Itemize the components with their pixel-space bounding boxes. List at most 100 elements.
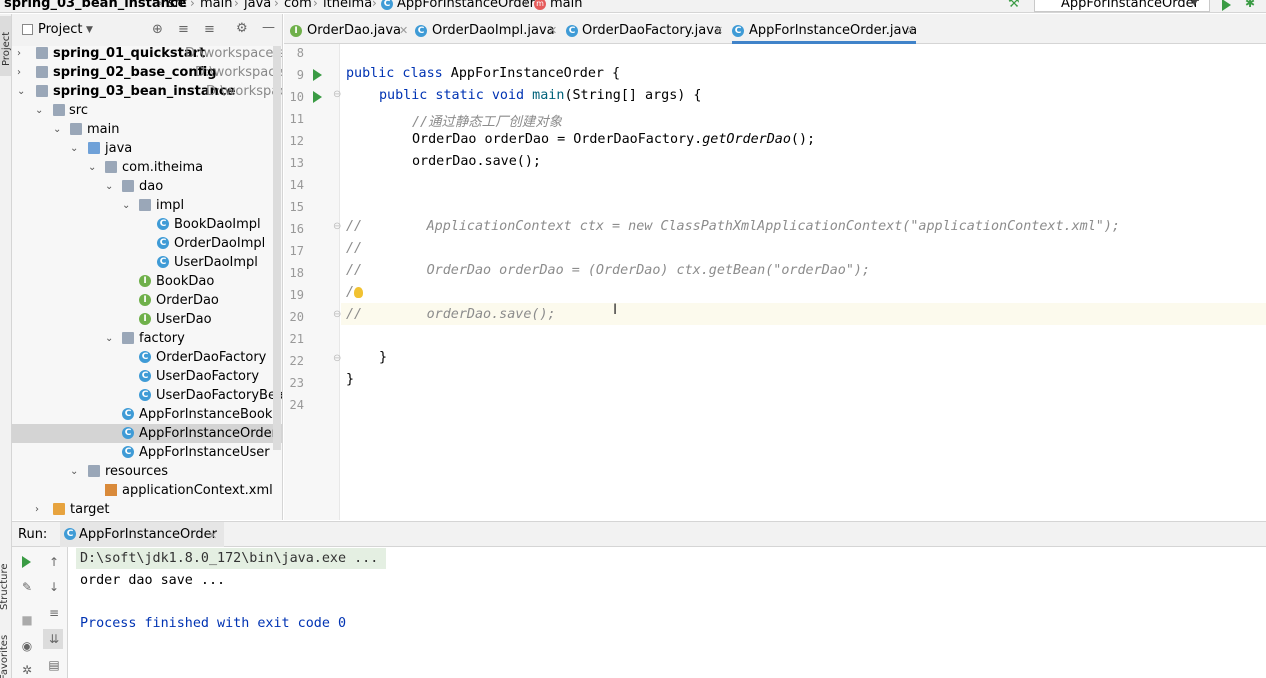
tab-orderdaofactory[interactable]: C OrderDaoFactory.java ✕ — [566, 14, 724, 44]
tree-item-package[interactable]: ⌄ dao — [12, 177, 282, 196]
tree-item-path: D:\workspace\sp — [185, 46, 283, 61]
close-icon[interactable]: ✕ — [906, 14, 915, 48]
code-editor[interactable]: public class AppForInstanceOrder { publi… — [341, 44, 1266, 520]
chevron-down-icon[interactable]: ⌄ — [17, 82, 25, 101]
run-console[interactable]: D:\soft\jdk1.8.0_172\bin\java.exe ... or… — [68, 547, 1266, 678]
tree-item-label: com.itheima — [122, 160, 204, 175]
project-tool-label: Project — [1, 31, 12, 66]
locate-icon[interactable]: ⊕ — [152, 22, 163, 37]
tree-item-file[interactable]: applicationContext.xml — [12, 481, 282, 500]
run-toolbar: ↑ ✎ ↓ ■ ≡ ⇊ ◉ ▤ ✲ — [12, 547, 68, 678]
tree-item-class-selected[interactable]: C AppForInstanceOrder — [12, 424, 282, 443]
tree-item-label: UserDaoFactory — [156, 369, 260, 384]
build-hammer-icon[interactable]: ⚒ — [1008, 0, 1020, 11]
tree-item-label: OrderDaoFactory — [156, 350, 267, 365]
tab-orderdaoimpl[interactable]: C OrderDaoImpl.java ✕ — [415, 14, 558, 44]
tree-item-folder[interactable]: ⌄ resources — [12, 462, 282, 481]
chevron-right-icon[interactable]: › — [35, 500, 39, 519]
tree-item-label: resources — [105, 464, 169, 479]
chevron-down-icon[interactable]: ⌄ — [35, 101, 43, 120]
tree-item-interface[interactable]: I BookDao — [12, 272, 282, 291]
chevron-right-icon[interactable]: › — [17, 44, 21, 63]
run-configuration-select[interactable]: AppForInstanceOrder ▼ — [1034, 0, 1210, 12]
structure-tool-label[interactable]: Structure — [0, 563, 10, 610]
intention-bulb-icon[interactable] — [354, 286, 364, 298]
gear-icon[interactable]: ⚙ — [236, 21, 248, 36]
arrow-up-icon[interactable]: ↑ — [48, 556, 60, 568]
line-number: 22 — [289, 354, 304, 368]
close-icon[interactable]: ✕ — [208, 529, 217, 542]
chevron-right-icon[interactable]: › — [17, 63, 21, 82]
console-line-command[interactable]: D:\soft\jdk1.8.0_172\bin\java.exe ... — [80, 551, 378, 566]
tree-item-class[interactable]: C UserDaoFactory — [12, 367, 282, 386]
tree-item-class[interactable]: C BookDaoImpl — [12, 215, 282, 234]
close-icon[interactable]: ✕ — [714, 14, 723, 48]
tab-appforinstanceorder[interactable]: C AppForInstanceOrder.java ✕ — [732, 14, 917, 44]
tree-item-module[interactable]: › spring_02_base_config D:\workspace\s — [12, 63, 282, 82]
settings-icon[interactable]: ✲ — [21, 664, 33, 676]
chevron-down-icon[interactable]: ⌄ — [105, 177, 113, 196]
print-icon[interactable]: ▤ — [48, 659, 60, 671]
hide-icon[interactable]: — — [262, 20, 275, 35]
tree-item-class[interactable]: C OrderDaoFactory — [12, 348, 282, 367]
tree-item-folder[interactable]: ⌄ src — [12, 101, 282, 120]
editor-gutter[interactable]: 8 9 10 11 12 13 14 15 16 17 18 19 20 21 … — [284, 44, 341, 520]
tree-item-package[interactable]: ⌄ impl — [12, 196, 282, 215]
chevron-down-icon[interactable]: ▼ — [86, 25, 93, 35]
debug-icon[interactable]: ✱ — [1245, 0, 1255, 10]
project-tool-button[interactable]: Project — [0, 16, 12, 76]
tree-item-package[interactable]: ⌄ factory — [12, 329, 282, 348]
chevron-down-icon[interactable]: ⌄ — [70, 139, 78, 158]
camera-icon[interactable]: ◉ — [21, 640, 33, 652]
breadcrumb-com[interactable]: com — [284, 0, 312, 11]
close-icon[interactable]: ✕ — [399, 14, 408, 48]
package-icon — [139, 199, 151, 211]
scrollbar[interactable] — [273, 46, 281, 450]
tab-orderdao[interactable]: I OrderDao.java ✕ — [290, 14, 408, 44]
xml-file-icon — [105, 484, 117, 496]
tree-item-module[interactable]: ⌄ spring_03_bean_instance D:\workspace — [12, 82, 282, 101]
tree-item-class[interactable]: C AppForInstanceBook — [12, 405, 282, 424]
tree-item-folder[interactable]: › target — [12, 500, 282, 519]
tree-item-module[interactable]: › spring_01_quickstart D:\workspace\sp — [12, 44, 283, 63]
tab-label: OrderDaoImpl.java — [432, 23, 555, 38]
chevron-down-icon[interactable]: ⌄ — [122, 196, 130, 215]
tree-item-class[interactable]: C OrderDaoImpl — [12, 234, 282, 253]
chevron-down-icon[interactable]: ⌄ — [70, 462, 78, 481]
rerun-icon[interactable] — [22, 556, 31, 568]
project-view-title[interactable]: Project — [38, 22, 82, 37]
tree-item-class[interactable]: C UserDaoImpl — [12, 253, 282, 272]
breadcrumb-class[interactable]: AppForInstanceOrder — [397, 0, 535, 11]
close-icon[interactable]: ✕ — [548, 14, 557, 48]
run-tab[interactable]: C AppForInstanceOrder ✕ — [60, 522, 224, 547]
soft-wrap-icon[interactable]: ≡ — [48, 607, 60, 619]
chevron-down-icon[interactable]: ⌄ — [88, 158, 96, 177]
wrench-icon[interactable]: ✎ — [21, 581, 33, 593]
breadcrumb-method[interactable]: main — [550, 0, 582, 11]
stop-icon[interactable]: ■ — [21, 614, 33, 626]
tree-item-class[interactable]: C UserDaoFactoryBean — [12, 386, 282, 405]
chevron-down-icon[interactable]: ⌄ — [105, 329, 113, 348]
breadcrumb-src[interactable]: src — [168, 0, 187, 11]
tree-item-package[interactable]: ⌄ com.itheima — [12, 158, 282, 177]
expand-all-icon[interactable]: ≡ — [178, 22, 189, 37]
arrow-down-icon[interactable]: ↓ — [48, 581, 60, 593]
run-method-icon[interactable] — [313, 91, 322, 103]
favorites-tool-label[interactable]: Favorites — [0, 635, 10, 678]
tree-item-label: spring_01_quickstart — [53, 46, 206, 61]
chevron-down-icon[interactable]: ⌄ — [53, 120, 61, 139]
tree-item-folder[interactable]: ⌄ java — [12, 139, 282, 158]
breadcrumb-java[interactable]: java — [244, 0, 271, 11]
tree-item-class[interactable]: C AppForInstanceUser — [12, 443, 282, 462]
breadcrumb-itheima[interactable]: itheima — [323, 0, 372, 11]
left-tool-strip: Project — [0, 14, 12, 520]
run-class-icon[interactable] — [313, 69, 322, 81]
tree-item-interface[interactable]: I OrderDao — [12, 291, 282, 310]
breadcrumb-main[interactable]: main — [200, 0, 232, 11]
run-icon[interactable] — [1222, 0, 1231, 11]
collapse-all-icon[interactable]: ≡ — [204, 22, 215, 37]
run-panel-title: Run: — [18, 527, 48, 542]
tree-item-interface[interactable]: I UserDao — [12, 310, 282, 329]
code-line-19: / — [346, 285, 364, 300]
tree-item-folder[interactable]: ⌄ main — [12, 120, 282, 139]
